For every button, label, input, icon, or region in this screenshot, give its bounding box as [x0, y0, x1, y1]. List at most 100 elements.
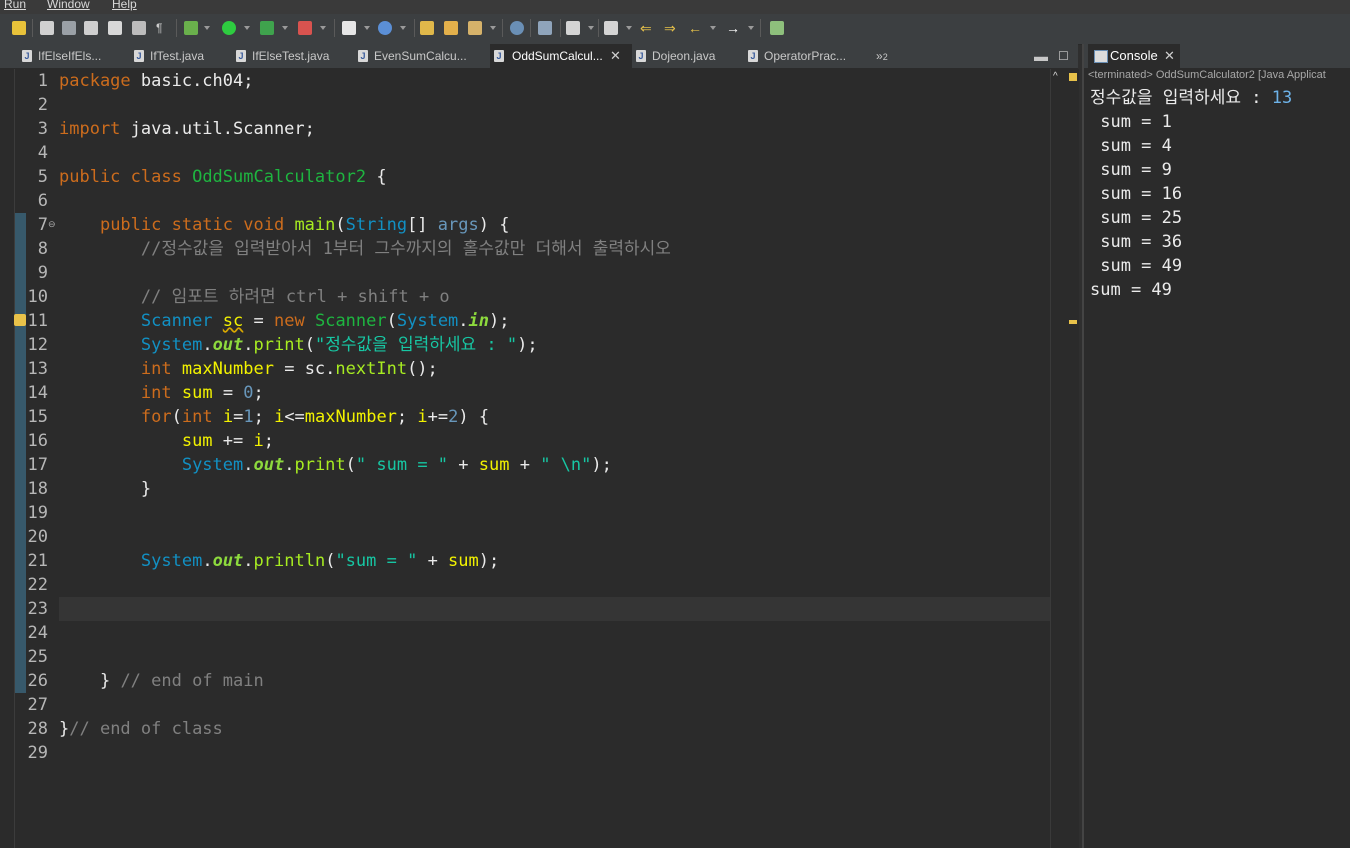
code-line[interactable]: int maxNumber = sc.nextInt();	[59, 357, 438, 381]
tab-overflow-button[interactable]: »2	[876, 44, 896, 68]
next-edit-location-icon[interactable]: ⇒	[664, 21, 678, 35]
pilcrow-icon[interactable]: ¶	[156, 21, 170, 35]
console-line: sum = 4	[1090, 136, 1172, 156]
console-line: sum = 25	[1090, 208, 1183, 228]
line-number: 7	[37, 215, 48, 235]
line-number: 1	[37, 71, 48, 91]
debug-icon[interactable]	[184, 21, 198, 35]
search-icon[interactable]	[538, 21, 552, 35]
code-line[interactable]: //정수값을 입력받아서 1부터 그수까지의 홀수값만 더해서 출력하시오	[59, 237, 671, 261]
show-whitespace-icon[interactable]	[108, 21, 122, 35]
code-line[interactable]: }// end of class	[59, 717, 223, 741]
console-prompt: 정수값을 입력하세요 :	[1090, 88, 1272, 108]
code-line[interactable]: } // end of main	[59, 669, 264, 693]
line-number: 28	[27, 719, 48, 739]
line-number: 19	[27, 503, 48, 523]
last-edit-location-icon[interactable]: ⇐	[640, 21, 654, 35]
code-line[interactable]: System.out.println("sum = " + sum);	[59, 549, 499, 573]
open-type-icon[interactable]	[420, 21, 434, 35]
code-editor[interactable]: 1 2 3 4 5 6 7 8 9 10 11 12 13 14 15 16 1…	[0, 69, 1050, 848]
line-number: 12	[27, 335, 48, 355]
warning-summary-icon[interactable]	[1069, 73, 1077, 81]
toggle-breadcrumb-icon[interactable]	[12, 21, 26, 35]
editor-tab-bar: J IfElseIfEls... J IfTest.java J IfElseT…	[0, 44, 1078, 69]
word-wrap-icon[interactable]	[84, 21, 98, 35]
line-number: 25	[27, 647, 48, 667]
menu-bar: Run Window Help	[0, 0, 1350, 14]
code-line[interactable]: package basic.ch04;	[59, 69, 253, 93]
new-class-icon[interactable]	[378, 21, 392, 35]
scroll-up-icon[interactable]: ^	[1053, 71, 1058, 82]
tab-ifelsetest[interactable]: J IfElseTest.java	[236, 44, 344, 68]
close-tab-icon[interactable]: ✕	[610, 44, 621, 68]
code-line[interactable]: for(int i=1; i<=maxNumber; i+=2) {	[59, 405, 489, 429]
menu-help[interactable]: Help	[112, 0, 137, 10]
close-tab-icon[interactable]: ✕	[1164, 44, 1175, 68]
line-number: 15	[27, 407, 48, 427]
editor-toggle-icon[interactable]	[132, 21, 146, 35]
tab-evensumcalculator[interactable]: J EvenSumCalcu...	[358, 44, 478, 68]
open-task-icon[interactable]	[444, 21, 458, 35]
tab-console[interactable]: Console ✕	[1088, 44, 1180, 68]
new-java-project-icon[interactable]	[342, 21, 356, 35]
console-line: sum = 1	[1090, 112, 1172, 132]
previous-annotation-icon[interactable]	[604, 21, 618, 35]
console-user-input: 13	[1271, 88, 1293, 108]
line-number: 24	[27, 623, 48, 643]
line-number: 26	[27, 671, 48, 691]
line-number: 27	[27, 695, 48, 715]
code-line[interactable]: System.out.print(" sum = " + sum + " \n"…	[59, 453, 612, 477]
overview-ruler[interactable]: ^	[1050, 69, 1079, 848]
code-line[interactable]: System.out.print("정수값을 입력하세요 : ");	[59, 333, 538, 357]
run-icon[interactable]	[222, 21, 236, 35]
line-number: 23	[27, 599, 48, 619]
line-number: 2	[37, 95, 48, 115]
tab-oddsumcalculator2[interactable]: J OddSumCalcul... ✕	[490, 44, 632, 68]
annotation-icon[interactable]	[468, 21, 482, 35]
menu-window[interactable]: Window	[47, 0, 90, 10]
code-line[interactable]: Scanner sc = new Scanner(System.in);	[59, 309, 510, 333]
java-file-icon: J	[134, 50, 144, 62]
main-toolbar: ¶ ⇐ ⇒ ← →	[0, 14, 1350, 45]
fold-collapse-icon[interactable]: ⊖	[48, 219, 56, 230]
warning-marker-icon[interactable]	[14, 314, 26, 326]
java-file-icon: J	[636, 50, 646, 62]
console-line: 정수값을 입력하세요 : 13	[1090, 86, 1292, 110]
console-line: sum = 36	[1090, 232, 1183, 252]
line-number: 21	[27, 551, 48, 571]
back-icon[interactable]: ←	[688, 21, 702, 35]
console-line: sum = 9	[1090, 160, 1172, 180]
tab-iftest[interactable]: J IfTest.java	[134, 44, 224, 68]
forward-icon[interactable]: →	[726, 21, 740, 35]
code-line[interactable]: sum += i;	[59, 429, 274, 453]
tab-ifelseifelse[interactable]: J IfElseIfEls...	[22, 44, 122, 68]
current-line-highlight	[59, 597, 1050, 621]
coverage-icon[interactable]	[260, 21, 274, 35]
line-number: 8	[37, 239, 48, 259]
java-file-icon: J	[748, 50, 758, 62]
console-line: sum = 16	[1090, 184, 1183, 204]
line-number: 6	[37, 191, 48, 211]
maximize-icon[interactable]: ☐	[1058, 44, 1072, 68]
code-line[interactable]: int sum = 0;	[59, 381, 264, 405]
menu-run[interactable]: Run	[4, 0, 26, 10]
line-number: 4	[37, 143, 48, 163]
code-line[interactable]: // 임포트 하려면 ctrl + shift + o	[59, 285, 450, 309]
external-tools-icon[interactable]	[298, 21, 312, 35]
line-number: 9	[37, 263, 48, 283]
tab-operatorpractice[interactable]: J OperatorPrac...	[748, 44, 858, 68]
code-line[interactable]: public static void main(String[] args) {	[59, 213, 510, 237]
mark-occurrences-icon[interactable]	[40, 21, 54, 35]
code-line[interactable]: public class OddSumCalculator2 {	[59, 165, 387, 189]
code-line[interactable]: import java.util.Scanner;	[59, 117, 315, 141]
console-line: sum = 49	[1090, 256, 1183, 276]
code-line[interactable]: }	[59, 477, 151, 501]
web-browser-icon[interactable]	[510, 21, 524, 35]
next-annotation-icon[interactable]	[566, 21, 580, 35]
perspective-icon[interactable]	[770, 21, 784, 35]
warning-marker-icon[interactable]	[1069, 320, 1077, 324]
tab-dojeon[interactable]: J Dojeon.java	[636, 44, 736, 68]
minimize-icon[interactable]: ▬	[1034, 44, 1048, 68]
block-selection-icon[interactable]	[62, 21, 76, 35]
console-icon	[1094, 50, 1108, 63]
